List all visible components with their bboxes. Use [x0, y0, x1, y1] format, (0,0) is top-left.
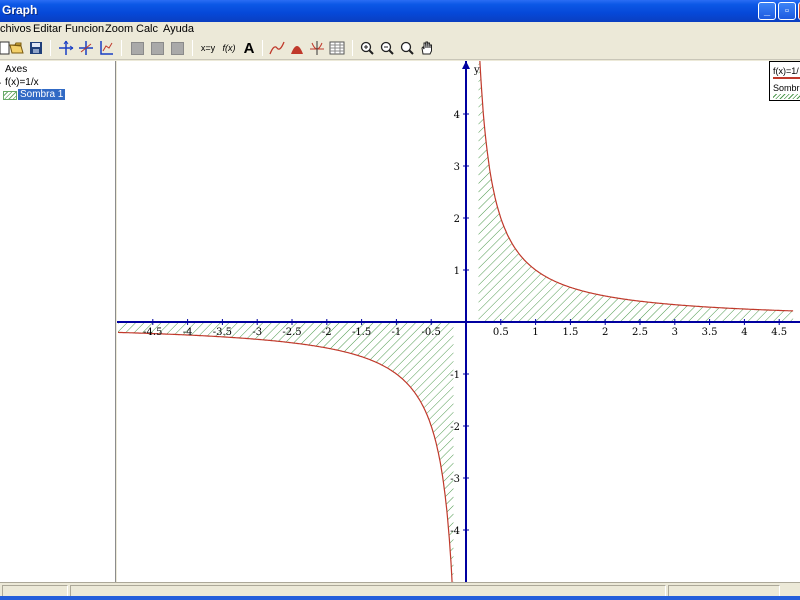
menu-funcion[interactable]: Funcion — [65, 23, 104, 35]
menu-ayuda[interactable]: Ayuda — [163, 23, 194, 35]
toolbar-separator — [262, 40, 263, 56]
graph-area[interactable]: -4.5 -4 -3.5 -3 -2.5 -2 -1.5 -1 -0.5 0.5 1 1.5 2 2.5 3… — [117, 61, 800, 582]
x-tick-label: -1 — [392, 327, 402, 338]
tree-item-axes[interactable]: Axes — [5, 64, 27, 75]
tree-item-shade[interactable]: Sombra 1 — [18, 89, 66, 100]
x-tick-label: -4.5 — [143, 327, 162, 338]
gray-square-icon[interactable] — [168, 39, 186, 57]
x-tick-label: 2.5 — [632, 327, 648, 338]
swap-xy-icon[interactable]: x=y — [198, 39, 218, 57]
insert-function-icon[interactable]: f(x) — [219, 39, 239, 57]
x-tick-label: 3.5 — [702, 327, 718, 338]
zoom-out-icon[interactable] — [378, 39, 396, 57]
x-tick-label: -0.5 — [422, 327, 441, 338]
table-icon[interactable] — [328, 39, 346, 57]
x-tick-label: 1.5 — [562, 327, 578, 338]
y-tick-label: 3 — [454, 162, 460, 173]
tree-item-function[interactable]: f(x)=1/x — [5, 77, 39, 88]
x-tick-label: -1.5 — [352, 327, 371, 338]
tangent-icon[interactable] — [308, 39, 326, 57]
y-tick-label: 1 — [454, 266, 460, 277]
title-bar: Graph _ ▫ ✕ — [0, 0, 800, 22]
tree-expander-icon[interactable]: - — [0, 78, 1, 89]
x-tick-label: -3 — [252, 327, 262, 338]
y-tick-label: 2 — [454, 214, 460, 225]
taskbar-strip — [0, 596, 800, 600]
x-tick-label: 4 — [741, 327, 747, 338]
x-tick-label: 3 — [672, 327, 678, 338]
coordinate-system-icon[interactable] — [97, 39, 115, 57]
y-tick-label: -3 — [450, 474, 460, 485]
gray-square-icon[interactable] — [148, 39, 166, 57]
open-folder-icon[interactable] — [8, 39, 26, 57]
toolbar-separator — [352, 40, 353, 56]
y-tick-label: -4 — [450, 526, 460, 537]
save-icon[interactable] — [27, 39, 45, 57]
toolbar-separator — [192, 40, 193, 56]
legend-box[interactable]: f(x)=1/ Sombr — [769, 61, 800, 101]
toolbar-separator — [121, 40, 122, 56]
legend-shade-label: Sombr — [773, 83, 800, 93]
zoom-in-icon[interactable] — [358, 39, 376, 57]
hand-pan-icon[interactable] — [418, 39, 436, 57]
x-tick-label: 0.5 — [493, 327, 509, 338]
menu-calc[interactable]: Calc — [136, 23, 158, 35]
menu-editar[interactable]: Editar — [33, 23, 62, 35]
maximize-button[interactable]: ▫ — [778, 2, 796, 20]
x-tick-label: -2.5 — [282, 327, 301, 338]
menu-bar: chivos Editar Funcion Zoom Calc Ayuda — [0, 22, 800, 37]
x-tick-label: -3.5 — [213, 327, 232, 338]
y-axis-label: y — [473, 65, 480, 76]
x-tick-label: 2 — [602, 327, 608, 338]
zoom-fit-icon[interactable] — [398, 39, 416, 57]
menu-archivos[interactable]: chivos — [0, 23, 31, 35]
toolbar-separator — [50, 40, 51, 56]
shading-icon[interactable] — [288, 39, 306, 57]
x-tick-label: -4 — [183, 327, 193, 338]
shade-region-positive — [478, 61, 794, 322]
y-axis-arrow — [462, 61, 470, 69]
gray-square-icon[interactable] — [128, 39, 146, 57]
x-tick-label: 4.5 — [771, 327, 787, 338]
insert-text-icon[interactable]: A — [240, 39, 258, 57]
function-plot[interactable]: -4.5 -4 -3.5 -3 -2.5 -2 -1.5 -1 -0.5 0.5 1 1.5 2 2.5 3… — [117, 61, 800, 582]
menu-zoom[interactable]: Zoom — [105, 23, 133, 35]
x-tick-label: -2 — [322, 327, 332, 338]
legend-shade-swatch — [773, 94, 800, 99]
legend-curve-swatch — [773, 77, 800, 79]
axes-cross-icon[interactable] — [57, 39, 75, 57]
function-list-panel: Axes - f(x)=1/x Sombra 1 — [0, 61, 116, 582]
x-tick-label: 1 — [532, 327, 538, 338]
curve-icon[interactable] — [268, 39, 286, 57]
y-tick-label: -1 — [450, 370, 460, 381]
hatch-swatch-icon — [3, 91, 17, 100]
window-title: Graph — [2, 3, 38, 17]
minimize-button[interactable]: _ — [758, 2, 776, 20]
y-tick-label: 4 — [454, 110, 460, 121]
toolbar: x=y f(x) A — [0, 37, 800, 60]
shade-region-negative — [118, 322, 454, 582]
axes-arrows-icon[interactable] — [77, 39, 95, 57]
y-tick-label: -2 — [450, 422, 460, 433]
legend-function-label: f(x)=1/ — [773, 66, 799, 76]
